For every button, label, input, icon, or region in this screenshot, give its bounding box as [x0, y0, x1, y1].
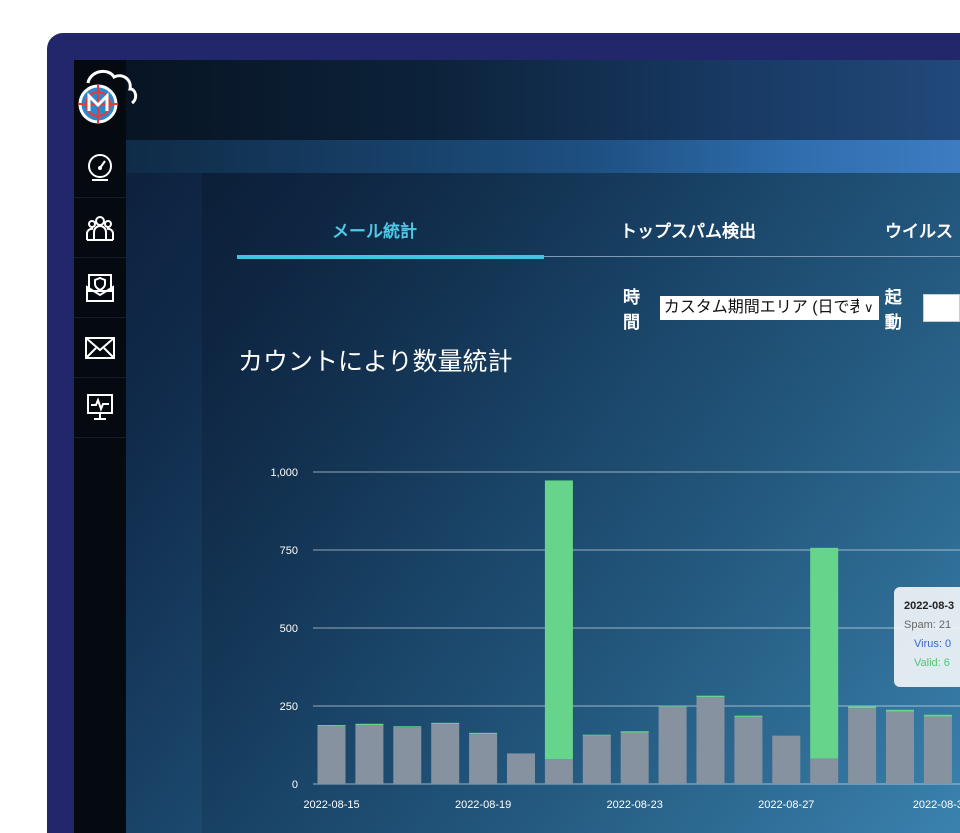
- bar-valid: [886, 709, 914, 712]
- bar-spam: [355, 725, 384, 784]
- tooltip-valid: Valid: 6: [914, 657, 950, 669]
- bar-spam: [696, 697, 725, 784]
- bar-spam: [317, 726, 346, 784]
- bar-valid: [658, 705, 687, 707]
- bar-valid: [810, 547, 839, 759]
- x-tick-label: 2022-08-23: [607, 799, 663, 811]
- bar-valid: [923, 714, 952, 717]
- bar-spam: [810, 758, 839, 784]
- bar-spam: [658, 706, 687, 784]
- bar-valid: [696, 695, 725, 698]
- bar-spam: [620, 732, 649, 784]
- bar-spam: [772, 735, 801, 784]
- x-tick-label: 2022-08-15: [303, 799, 359, 811]
- y-tick-label: 750: [280, 545, 298, 557]
- x-tick-label: 2022-08-3: [913, 799, 960, 811]
- bar-spam: [886, 711, 914, 784]
- y-tick-label: 500: [280, 623, 298, 635]
- bar-valid: [355, 723, 384, 726]
- x-tick-label: 2022-08-27: [758, 799, 814, 811]
- tooltip-spam: Spam: 21: [904, 619, 952, 631]
- y-tick-label: 1,000: [270, 467, 298, 479]
- tooltip-date: 2022-08-3: [904, 600, 955, 612]
- bar-spam: [431, 724, 460, 784]
- bar-valid: [848, 706, 877, 709]
- bar-spam: [393, 727, 422, 784]
- bar-spam: [582, 735, 611, 784]
- tooltip-virus: Virus: 0: [914, 638, 952, 650]
- bar-spam: [848, 708, 877, 784]
- bar-valid: [469, 732, 498, 735]
- bar-valid: [317, 725, 346, 727]
- bar-spam: [469, 734, 498, 784]
- y-tick-label: 0: [292, 779, 298, 791]
- bar-valid: [431, 722, 460, 725]
- stacked-bar-chart: 1,000 750 500 250 0 2022-08-15 2022-08-19 2022-…: [270, 467, 960, 811]
- bar-spam: [544, 759, 573, 784]
- bar-spam: [923, 716, 952, 784]
- bar-valid: [620, 731, 649, 733]
- bar-valid: [734, 715, 763, 717]
- bar-valid: [393, 726, 422, 728]
- chart-tooltip: 2022-08-3 Spam: 21 Virus: 0 Valid: 6: [894, 587, 960, 687]
- bar-spam: [734, 716, 763, 784]
- x-tick-label: 2022-08-19: [455, 799, 511, 811]
- bar-valid: [544, 480, 573, 760]
- bar-spam: [507, 753, 535, 784]
- y-tick-label: 250: [280, 701, 298, 713]
- bar-valid: [582, 734, 611, 736]
